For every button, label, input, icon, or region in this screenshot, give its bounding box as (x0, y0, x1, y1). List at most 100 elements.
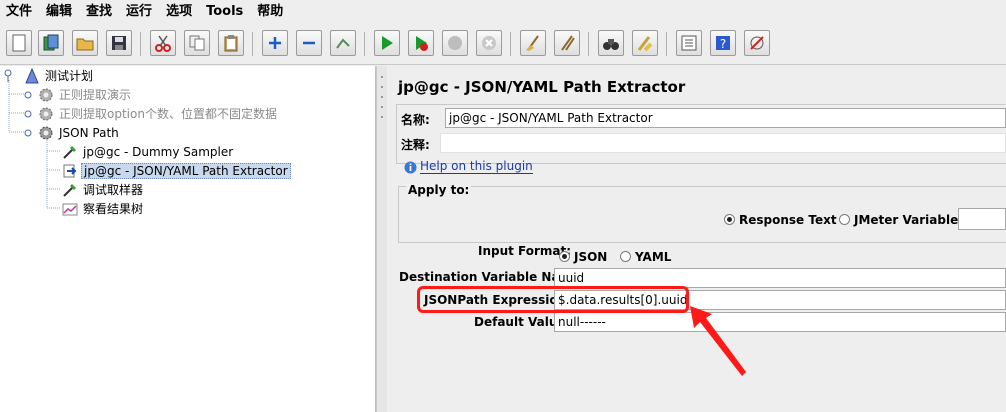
comment-label: 注释: (401, 138, 430, 152)
help-link[interactable]: Help on this plugin (420, 159, 533, 174)
copy-icon (189, 35, 205, 51)
svg-text:?: ? (720, 37, 726, 51)
tree-label-json-path: JSON Path (59, 125, 119, 140)
help-button[interactable]: ? (710, 30, 736, 56)
menu-help[interactable]: 帮助 (251, 0, 291, 24)
test-plan-tree[interactable]: 测试计划 正则提取演示 正则提取option个数、位置都不固定数据 JSON P… (0, 66, 376, 412)
menu-tools[interactable]: Tools (200, 0, 251, 24)
help-icon: ? (716, 36, 730, 51)
templates-icon (43, 34, 59, 51)
test-plan-icon (25, 67, 39, 83)
tree-label-thread-group-1: 正则提取演示 (59, 88, 132, 102)
tree-label-dummy-sampler: jp@gc - Dummy Sampler (83, 144, 234, 159)
tree-toggle-icon[interactable] (22, 108, 34, 120)
templates-button[interactable] (38, 30, 64, 56)
start-no-pause-icon (416, 36, 428, 51)
search-icon (603, 39, 619, 50)
menu-search[interactable]: 查找 (80, 0, 120, 24)
apply-to-legend: Apply to: (406, 183, 472, 197)
tree-toggle-icon[interactable] (4, 69, 18, 83)
tree-label-thread-group-2: 正则提取option个数、位置都不固定数据 (59, 107, 277, 121)
start-no-pause-button[interactable] (408, 30, 434, 56)
function-helper-button[interactable] (676, 30, 702, 56)
cut-icon (155, 35, 171, 52)
tree-node-debug-sampler[interactable]: 调试取样器 (62, 180, 145, 199)
tree-node-json-path[interactable]: JSON Path (22, 123, 121, 142)
tree-node-thread-group-1[interactable]: 正则提取演示 (22, 85, 133, 104)
name-field[interactable]: jp@gc - JSON/YAML Path Extractor (445, 108, 1006, 128)
expand-icon (269, 37, 281, 49)
toggle-button[interactable] (330, 30, 356, 56)
paste-button[interactable] (218, 30, 244, 56)
tree-label-view-results-tree: 察看结果树 (83, 202, 144, 216)
tree-node-thread-group-2[interactable]: 正则提取option个数、位置都不固定数据 (22, 104, 279, 123)
new-icon (12, 34, 26, 52)
radio-json-label: JSON (574, 249, 608, 264)
panel-title: jp@gc - JSON/YAML Path Extractor (398, 78, 686, 96)
reset-search-button[interactable] (632, 30, 658, 56)
start-button[interactable] (374, 30, 400, 56)
radio-response-text[interactable]: Response Text (724, 212, 837, 227)
tree-node-test-plan[interactable]: 测试计划 (4, 66, 95, 85)
radio-jmeter-variable-label: JMeter Variable: (854, 212, 964, 227)
save-icon (112, 36, 126, 50)
expand-button[interactable] (262, 30, 288, 56)
save-button[interactable] (106, 30, 132, 56)
tree-label-test-plan: 测试计划 (45, 69, 94, 83)
gear-icon (39, 107, 53, 120)
radio-response-text-label: Response Text (739, 212, 837, 227)
comment-field[interactable] (440, 133, 1006, 153)
clear-all-icon (561, 35, 575, 51)
panel-splitter[interactable] (376, 66, 387, 412)
menu-run[interactable]: 运行 (120, 0, 160, 24)
radio-jmeter-variable[interactable]: JMeter Variable: (839, 212, 963, 227)
tree-toggle-icon[interactable] (22, 127, 34, 139)
remote-icon (750, 36, 764, 50)
input-format-label: Input Format: (478, 244, 572, 258)
info-icon (404, 161, 417, 174)
new-button[interactable] (6, 30, 32, 56)
stop-button[interactable] (442, 30, 468, 56)
radio-json[interactable]: JSON (559, 249, 607, 264)
search-button[interactable] (598, 30, 624, 56)
reset-search-icon (637, 36, 653, 52)
jsonpath-field[interactable]: $.data.results[0].uuid (554, 290, 1006, 310)
radio-jmeter-variable-indicator[interactable] (839, 214, 850, 225)
gear-icon (39, 126, 53, 139)
default-value-field[interactable]: null------ (554, 312, 1006, 332)
tree-node-json-extractor[interactable]: jp@gc - JSON/YAML Path Extractor (62, 161, 291, 180)
tree-node-view-results-tree[interactable]: 察看结果树 (62, 199, 145, 218)
remote-button[interactable] (744, 30, 770, 56)
name-label: 名称: (401, 113, 430, 127)
open-button[interactable] (72, 30, 98, 56)
gear-icon (39, 88, 53, 101)
cut-button[interactable] (150, 30, 176, 56)
tree-label-json-extractor: jp@gc - JSON/YAML Path Extractor (81, 162, 291, 179)
extractor-icon (63, 164, 77, 177)
tree-toggle-icon[interactable] (22, 89, 34, 101)
radio-json-indicator[interactable] (559, 251, 570, 262)
clear-button[interactable] (520, 30, 546, 56)
menu-edit[interactable]: 编辑 (40, 0, 80, 24)
copy-button[interactable] (184, 30, 210, 56)
tree-label-debug-sampler: 调试取样器 (83, 183, 144, 197)
radio-response-text-indicator[interactable] (724, 214, 735, 225)
jsonpath-label: JSONPath Expression: (424, 293, 571, 307)
pipette-icon (63, 183, 76, 197)
stop-icon (448, 36, 462, 50)
annotation-arrow (690, 306, 746, 376)
dest-var-field[interactable]: uuid (554, 268, 1006, 288)
tree-node-dummy-sampler[interactable]: jp@gc - Dummy Sampler (62, 142, 235, 161)
radio-yaml-indicator[interactable] (620, 251, 631, 262)
collapse-button[interactable] (296, 30, 322, 56)
radio-yaml[interactable]: YAML (620, 249, 671, 264)
open-icon (76, 38, 94, 51)
menu-file[interactable]: 文件 (0, 0, 40, 24)
collapse-icon (303, 41, 315, 45)
shutdown-icon (482, 36, 496, 50)
clear-all-button[interactable] (554, 30, 580, 56)
menu-options[interactable]: 选项 (160, 0, 200, 24)
function-helper-icon (681, 35, 697, 51)
shutdown-button[interactable] (476, 30, 502, 56)
jmeter-variable-field[interactable] (958, 208, 1006, 230)
